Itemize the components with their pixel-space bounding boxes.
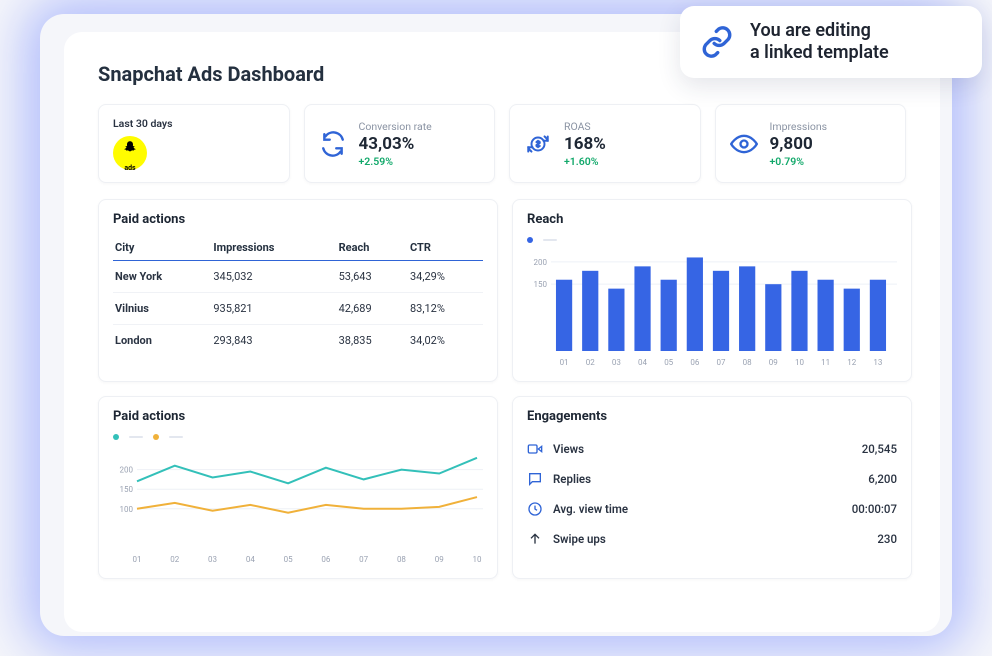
engagement-value: 20,545 xyxy=(862,442,897,456)
eye-icon xyxy=(730,130,758,158)
paid-actions-table: CityImpressionsReachCTR New York345,0325… xyxy=(113,237,483,356)
svg-text:09: 09 xyxy=(769,358,778,367)
engagement-row: Views 20,545 xyxy=(527,434,897,464)
svg-text:150: 150 xyxy=(534,280,548,289)
engagement-row: Replies 6,200 xyxy=(527,464,897,494)
table-header: Impressions xyxy=(211,237,336,261)
engagement-name: Avg. view time xyxy=(553,502,628,516)
svg-text:03: 03 xyxy=(612,358,621,367)
svg-text:150: 150 xyxy=(120,485,134,494)
svg-text:01: 01 xyxy=(560,358,569,367)
svg-text:05: 05 xyxy=(664,358,673,367)
refresh-icon xyxy=(319,130,347,158)
dashboard-panel: Snapchat Ads Dashboard Last 30 days ads … xyxy=(64,32,940,632)
paid-actions-line-chart: 100 150 200 01 02 03 04 05 06 07 08 09 10 xyxy=(113,444,483,564)
dollar-cycle-icon xyxy=(524,130,552,158)
reach-bar-chart: 150 200 01 02 03 04 05 06 07 08 09 10 11 12 13 xyxy=(527,247,897,367)
svg-text:10: 10 xyxy=(473,555,482,564)
kpi-row: Last 30 days ads Conversion rate 43,03% … xyxy=(98,104,906,183)
svg-text:01: 01 xyxy=(133,555,142,564)
svg-text:200: 200 xyxy=(120,466,134,475)
table-row: New York345,03253,64334,29% xyxy=(113,261,483,293)
svg-text:11: 11 xyxy=(821,358,830,367)
svg-text:04: 04 xyxy=(246,555,255,564)
svg-text:10: 10 xyxy=(795,358,804,367)
svg-text:07: 07 xyxy=(359,555,368,564)
svg-text:04: 04 xyxy=(638,358,647,367)
engagement-name: Replies xyxy=(553,472,591,486)
video-icon xyxy=(527,441,543,457)
svg-text:07: 07 xyxy=(717,358,726,367)
kpi-impressions: Impressions 9,800 +0.79% xyxy=(715,104,907,183)
link-icon xyxy=(700,25,734,59)
svg-text:02: 02 xyxy=(586,358,595,367)
engagement-value: 00:00:07 xyxy=(852,502,897,516)
chart-legend xyxy=(527,237,897,243)
reach-chart-card: Reach 150 200 01 02 03 04 05 06 07 08 09 10 11 12 13 xyxy=(512,199,912,382)
svg-text:100: 100 xyxy=(120,505,134,514)
period-card: Last 30 days ads xyxy=(98,104,290,183)
snapchat-ads-icon: ads xyxy=(113,136,147,170)
arrow-up-icon xyxy=(527,531,543,547)
paid-actions-table-card: Paid actions CityImpressionsReachCTR New… xyxy=(98,199,498,382)
svg-text:03: 03 xyxy=(208,555,217,564)
tile-title: Engagements xyxy=(527,409,897,424)
engagement-name: Views xyxy=(553,442,584,456)
svg-text:02: 02 xyxy=(170,555,179,564)
table-header: City xyxy=(113,237,211,261)
engagement-value: 230 xyxy=(877,532,897,546)
svg-text:05: 05 xyxy=(284,555,293,564)
clock-icon xyxy=(527,501,543,517)
kpi-roas: ROAS 168% +1.60% xyxy=(509,104,701,183)
svg-text:06: 06 xyxy=(690,358,699,367)
svg-text:08: 08 xyxy=(397,555,406,564)
engagement-row: Avg. view time 00:00:07 xyxy=(527,494,897,524)
table-header: CTR xyxy=(408,237,483,261)
svg-text:200: 200 xyxy=(534,258,548,267)
svg-text:09: 09 xyxy=(435,555,444,564)
table-row: London293,84338,83534,02% xyxy=(113,325,483,357)
svg-text:08: 08 xyxy=(743,358,752,367)
engagement-name: Swipe ups xyxy=(553,532,606,546)
table-row: Vilnius935,82142,68983,12% xyxy=(113,293,483,325)
reply-icon xyxy=(527,471,543,487)
paid-actions-chart-card: Paid actions 100 150 200 01 02 03 04 05 06 07 08 09… xyxy=(98,396,498,579)
svg-text:12: 12 xyxy=(847,358,856,367)
kpi-conversion-rate: Conversion rate 43,03% +2.59% xyxy=(304,104,496,183)
svg-text:06: 06 xyxy=(321,555,330,564)
svg-text:13: 13 xyxy=(873,358,882,367)
tile-title: Reach xyxy=(527,212,897,227)
period-label: Last 30 days xyxy=(113,117,173,130)
engagements-card: Engagements Views 20,545 Replies 6,200 Avg. … xyxy=(512,396,912,579)
tile-title: Paid actions xyxy=(113,409,483,424)
banner-text: You are editinga linked template xyxy=(750,20,889,65)
tile-title: Paid actions xyxy=(113,212,483,227)
engagement-value: 6,200 xyxy=(868,472,897,486)
table-header: Reach xyxy=(337,237,408,261)
engagement-row: Swipe ups 230 xyxy=(527,524,897,554)
linked-template-banner: You are editinga linked template xyxy=(680,6,982,78)
chart-legend xyxy=(113,434,483,440)
